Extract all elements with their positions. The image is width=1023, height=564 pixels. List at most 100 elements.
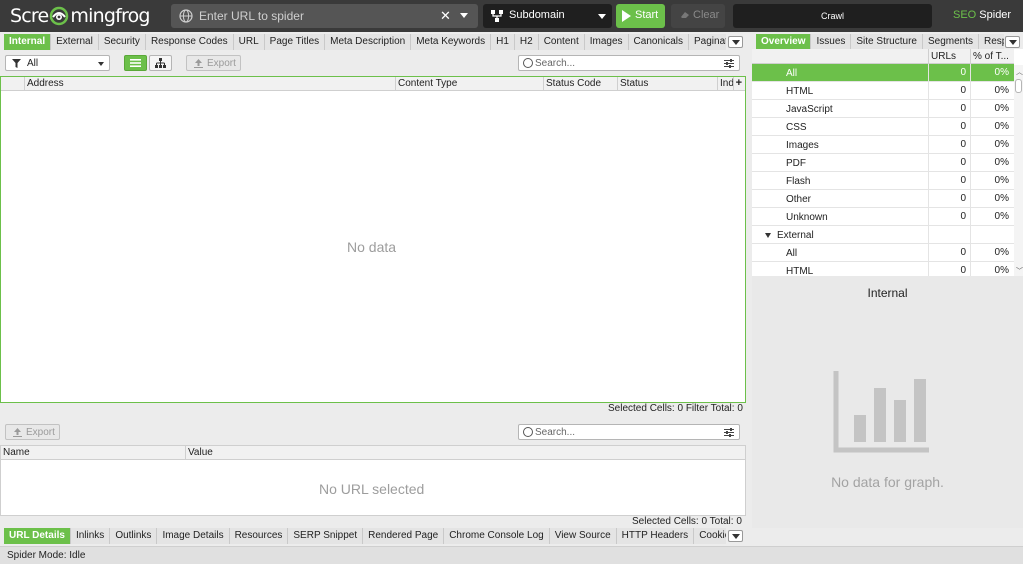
overview-row-urls: 0 [928, 208, 970, 226]
overview-row-label: All [786, 248, 798, 259]
right-tab-segments[interactable]: Segments [922, 34, 980, 50]
overview-row[interactable]: Unknown 0 0% [752, 208, 1014, 226]
details-selection-status: Selected Cells: 0 Total: 0 [632, 516, 742, 527]
overview-row-urls: 0 [928, 244, 970, 262]
search-options-icon[interactable] [724, 428, 734, 437]
overview-row-label: HTML [786, 86, 814, 97]
overview-row[interactable]: HTML 0 0% [752, 82, 1014, 100]
crawl-mode-select[interactable]: Subdomain [483, 4, 612, 28]
export-button[interactable]: Export [186, 55, 241, 71]
bar-chart-icon [833, 371, 929, 453]
graph-panel: Internal No data for graph. [752, 276, 1023, 528]
column-header-name[interactable]: Name [1, 446, 186, 460]
overview-row-percent: 0% [970, 190, 1014, 208]
overview-row[interactable]: CSS 0 0% [752, 118, 1014, 136]
overview-scrollbar[interactable]: ︿ ﹀ [1014, 65, 1023, 276]
bottom-tab-chrome-console-log[interactable]: Chrome Console Log [444, 528, 550, 544]
column-header-status-code[interactable]: Status Code [544, 77, 618, 91]
tab-url[interactable]: URL [233, 34, 265, 50]
bottom-tab-serp-snippet[interactable]: SERP Snippet [288, 528, 364, 544]
overview-row-percent: 0% [970, 154, 1014, 172]
details-search-input[interactable] [535, 426, 715, 438]
more-tabs-dropdown-icon[interactable] [728, 36, 743, 48]
overview-row[interactable]: Other 0 0% [752, 190, 1014, 208]
tab-h1[interactable]: H1 [491, 34, 515, 50]
right-tab-issues[interactable]: Issues [811, 34, 852, 50]
overview-row[interactable]: All 0 0% [752, 64, 1014, 82]
overview-row[interactable]: Flash 0 0% [752, 172, 1014, 190]
tab-images[interactable]: Images [584, 34, 629, 50]
overview-table: URLs % of T... All 0 0% HTML 0 0% JavaScript 0 0… [752, 49, 1023, 280]
bottom-tab-outlinks[interactable]: Outlinks [110, 528, 158, 544]
details-export-button[interactable]: Export [5, 424, 60, 440]
table-header: Address Content Type Status Code Status … [1, 77, 745, 91]
bottom-tab-inlinks[interactable]: Inlinks [70, 528, 111, 544]
column-header-indexability[interactable]: Inde [718, 77, 734, 91]
play-icon [622, 10, 631, 22]
scrollbar-thumb[interactable] [1015, 79, 1022, 93]
scroll-up-icon[interactable]: ︿ [1016, 67, 1023, 77]
clear-button[interactable]: Clear [671, 4, 725, 28]
more-bottom-tabs-dropdown-icon[interactable] [728, 530, 743, 542]
tab-external[interactable]: External [51, 34, 99, 50]
overview-row-label: Images [786, 140, 819, 151]
tab-page-titles[interactable]: Page Titles [264, 34, 326, 50]
scroll-down-icon[interactable]: ﹀ [1016, 266, 1023, 276]
tab-security[interactable]: Security [98, 34, 146, 50]
bottom-tab-rendered-page[interactable]: Rendered Page [363, 528, 445, 544]
main-tab-bar: Internal External Security Response Codes UR… [4, 34, 726, 50]
tab-canonicals[interactable]: Canonicals [628, 34, 690, 50]
tab-h2[interactable]: H2 [514, 34, 539, 50]
tab-internal[interactable]: Internal [4, 34, 52, 50]
column-header-address[interactable]: Address [25, 77, 396, 91]
clear-url-icon[interactable]: ✕ [440, 8, 451, 24]
overview-row[interactable]: All 0 0% [752, 244, 1014, 262]
tab-meta-description[interactable]: Meta Description [325, 34, 412, 50]
tab-meta-keywords[interactable]: Meta Keywords [411, 34, 492, 50]
right-tab-overview[interactable]: Overview [756, 34, 812, 50]
brand-spider: Spider [976, 9, 1012, 21]
more-right-tabs-dropdown-icon[interactable] [1005, 36, 1020, 48]
right-tab-site-structure[interactable]: Site Structure [851, 34, 923, 50]
overview-row[interactable]: Images 0 0% [752, 136, 1014, 154]
overview-row[interactable]: External [752, 226, 1014, 244]
filter-select[interactable]: All [5, 55, 110, 71]
overview-row-percent: 0% [970, 208, 1014, 226]
column-header-urls[interactable]: URLs [928, 49, 970, 64]
column-header-status[interactable]: Status [618, 77, 718, 91]
overview-row-urls: 0 [928, 136, 970, 154]
bottom-tab-view-source[interactable]: View Source [549, 528, 617, 544]
bottom-tab-url-details[interactable]: URL Details [4, 528, 71, 544]
overview-row-percent: 0% [970, 100, 1014, 118]
url-history-dropdown-icon[interactable] [460, 13, 468, 18]
column-header-percent[interactable]: % of T... [970, 49, 1014, 64]
url-input[interactable] [199, 7, 435, 25]
export-icon [13, 428, 22, 437]
bottom-tab-http-headers[interactable]: HTTP Headers [616, 528, 695, 544]
overview-row[interactable]: JavaScript 0 0% [752, 100, 1014, 118]
column-header-value[interactable]: Value [186, 446, 745, 460]
column-header-content-type[interactable]: Content Type [396, 77, 544, 91]
start-button[interactable]: Start [616, 4, 665, 28]
logo-text-1: Scre [10, 5, 49, 27]
tree-view-button[interactable] [149, 55, 172, 71]
search-icon [523, 58, 533, 68]
expand-collapse-icon[interactable] [765, 233, 771, 238]
search-field [518, 55, 740, 71]
bottom-tab-image-details[interactable]: Image Details [157, 528, 230, 544]
tab-content[interactable]: Content [538, 34, 585, 50]
tab-pagination[interactable]: Pagination [689, 34, 726, 50]
app-logo: Scre mingfrog [10, 4, 150, 28]
tab-response-codes[interactable]: Response Codes [145, 34, 234, 50]
bottom-tab-cookies[interactable]: Cookies [694, 528, 726, 544]
right-tab-respon[interactable]: Respon [979, 34, 1004, 50]
tree-icon [155, 58, 166, 68]
add-column-icon[interactable]: + [736, 77, 742, 89]
overview-row-urls [928, 226, 970, 244]
overview-row[interactable]: PDF 0 0% [752, 154, 1014, 172]
bottom-tab-resources[interactable]: Resources [229, 528, 289, 544]
url-details-table: Name Value No URL selected [0, 445, 746, 516]
list-view-button[interactable] [124, 55, 147, 71]
search-input[interactable] [535, 57, 715, 69]
search-options-icon[interactable] [724, 59, 734, 68]
